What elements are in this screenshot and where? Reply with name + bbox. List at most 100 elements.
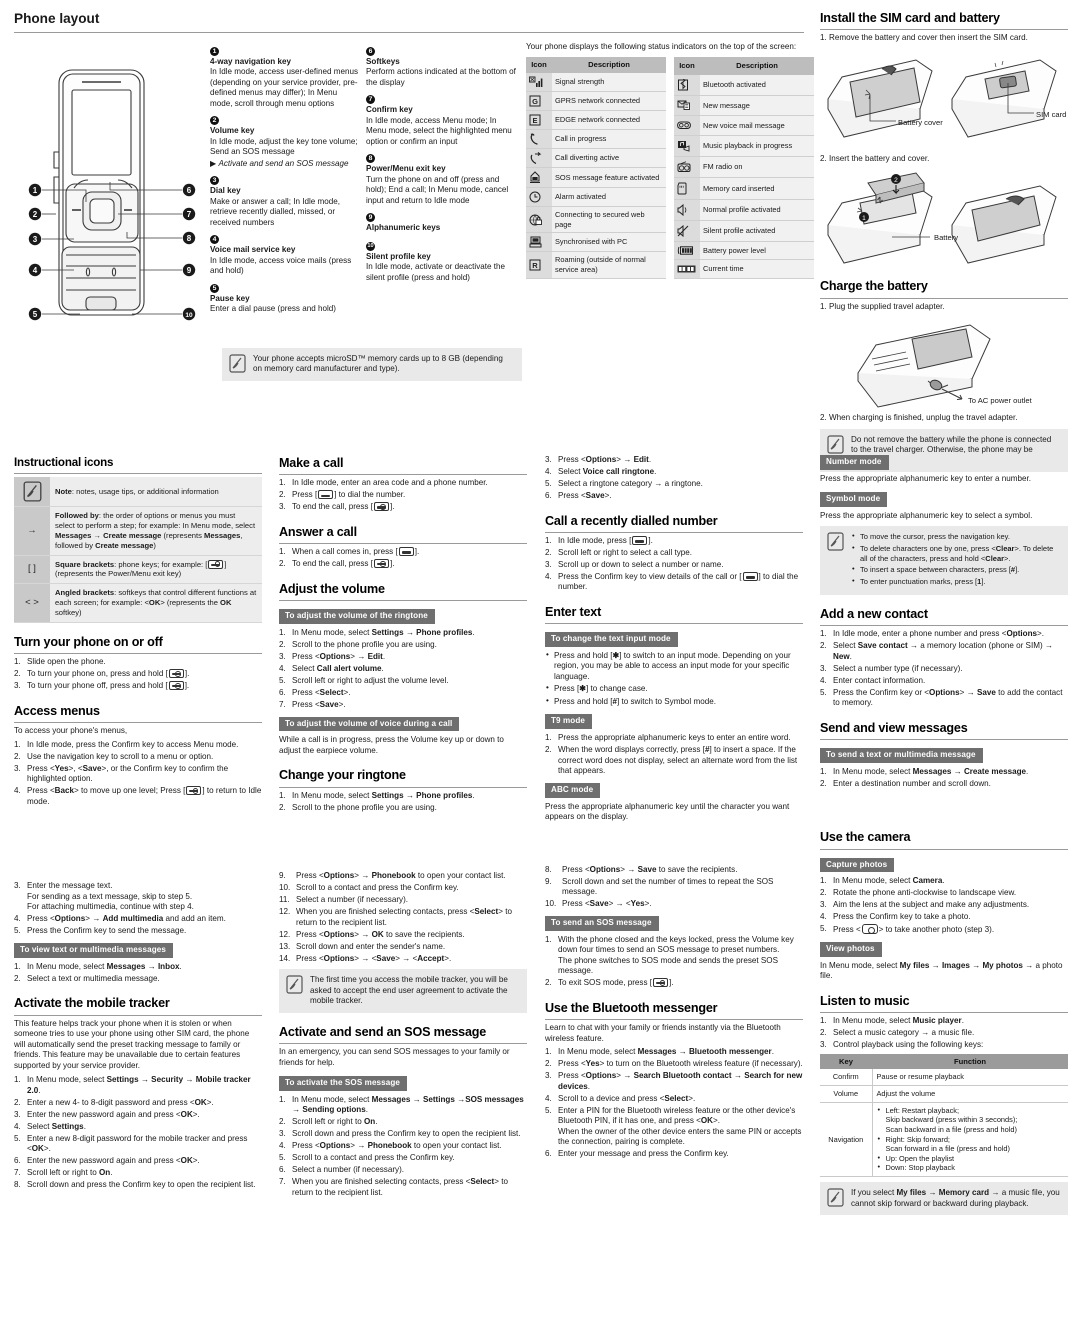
svg-text:8: 8	[187, 234, 192, 243]
symbol-mode-subbar: Symbol mode	[820, 492, 888, 507]
table-row: → Followed by: the order of options or m…	[14, 506, 262, 556]
list-item: In Menu mode, select Messages → Create m…	[820, 766, 1029, 777]
list-item: Select Voice call ringtone.	[545, 467, 657, 477]
list-item: Enter contact information.	[820, 675, 926, 686]
send-view-messages-section: Send and view messages To send a text or…	[820, 720, 1068, 789]
alarm-icon	[526, 187, 552, 208]
music-note-text: If you select My files → Memory card → a…	[851, 1188, 1060, 1208]
list-item: In Idle mode, enter an area code and a p…	[279, 478, 488, 488]
bluetooth-messenger-title: Use the Bluetooth messenger	[545, 1000, 803, 1021]
mobile-tracker-note-text: The first time you access the mobile tra…	[310, 975, 508, 1006]
list-item: Press and hold [✱] to switch to an input…	[545, 650, 803, 683]
list-item: When a call comes in, press [].	[279, 547, 420, 557]
list-item: In Idle mode, press the Confirm key to a…	[14, 739, 239, 750]
table-row: Call diverting active	[526, 148, 666, 169]
svg-text:7: 7	[187, 210, 192, 219]
table-row: Call in progress	[526, 129, 666, 150]
phone-layout-section: Phone layout 1 2 3 4 5 6 7 8 9 10 1 4-wa…	[14, 10, 814, 381]
note-icon	[827, 435, 844, 454]
list-item: Press the Confirm key to take a photo.	[820, 912, 971, 922]
key-item-9: 9 Alphanumeric keys	[366, 212, 516, 234]
phone-diagram: 1 2 3 4 5 6 7 8 9 10	[14, 42, 210, 342]
list-item: Scroll to a device and press <Select>.	[545, 1093, 696, 1104]
list-item: In Menu mode, select Messages → Settings…	[279, 1094, 524, 1115]
sim-battery-section: Install the SIM card and battery 1. Remo…	[820, 10, 1068, 473]
column-4: Number mode Press the appropriate alphan…	[820, 455, 1068, 1226]
send-message-subbar: To send a text or multimedia message	[820, 748, 983, 763]
list-item: Press <Yes>, <Save>, or the Confirm key …	[14, 763, 229, 784]
change-ringtone-steps: In Menu mode, select Settings → Phone pr…	[279, 791, 527, 814]
answer-call-section: Answer a call When a call comes in, pres…	[279, 524, 527, 570]
status-desc: SOS message feature activated	[552, 167, 666, 189]
sos-continued-steps-col3: Press <Options> → Save to save the recip…	[545, 865, 803, 910]
music-playback-icon	[674, 135, 700, 158]
change-ringtone-title: Change your ringtone	[279, 767, 527, 788]
column-1: Instructional icons Note: notes, usage t…	[14, 455, 262, 1202]
sos-activate-subbar: To activate the SOS message	[279, 1076, 408, 1091]
list-item: Select Save contact → a memory location …	[820, 641, 1053, 661]
list-item: Press <Options> → Add multimedia and add…	[14, 914, 226, 924]
charge-step-2: 2. When charging is finished, unplug the…	[820, 413, 1018, 423]
table-row: Normal profile activated	[674, 199, 814, 221]
table-row: Note: notes, usage tips, or additional i…	[14, 477, 262, 508]
music-key-name: Confirm	[820, 1069, 873, 1087]
column-2: Make a call In Idle mode, enter an area …	[279, 455, 527, 1209]
enter-text-note: To move the cursor, press the navigation…	[820, 526, 1068, 595]
music-key-function: Pause or resume playback	[872, 1069, 1068, 1087]
column-3: Press <Options> → Edit. Select Voice cal…	[545, 455, 803, 1171]
fm-radio-icon	[674, 156, 700, 179]
key-title: Volume key	[210, 126, 255, 136]
camera-key-glyph-icon	[861, 924, 878, 935]
key-item-3: 3 Dial key Make or answer a call; In Idl…	[210, 175, 360, 228]
change-ringtone-continued: Press <Options> → Edit. Select Voice cal…	[545, 455, 803, 502]
key-title: Softkeys	[366, 56, 400, 66]
table-row: E EDGE network connected	[526, 110, 666, 131]
bluetooth-icon	[674, 74, 700, 96]
key-item-7: 7 Confirm key In Idle mode, access Menu …	[366, 94, 516, 147]
key-desc: Make or answer a call; In Idle mode, ret…	[210, 196, 341, 227]
list-item: Enter the new password again and press <…	[14, 1109, 200, 1120]
table-row: Silent profile activated	[674, 220, 814, 242]
power-key-glyph-icon	[168, 681, 184, 691]
list-item: In Menu mode, select Settings → Phone pr…	[279, 627, 475, 638]
add-contact-steps: In Idle mode, enter a phone number and p…	[820, 629, 1068, 709]
ringtone-volume-subbar: To adjust the volume of the ringtone	[279, 609, 435, 624]
power-key-glyph-icon	[186, 786, 202, 796]
list-item: To turn your phone off, press and hold […	[14, 681, 190, 691]
recent-call-steps: In Idle mode, press []. Scroll left or r…	[545, 535, 803, 593]
sim-install-illustration: Battery cover SIM card	[827, 59, 1066, 138]
normal-profile-icon	[674, 199, 700, 221]
instructional-icons-table: Note: notes, usage tips, or additional i…	[14, 477, 262, 623]
number-mode-subbar: Number mode	[820, 455, 889, 470]
list-item: In Menu mode, select Settings → Security…	[14, 1075, 251, 1095]
key-number: 1	[210, 46, 219, 56]
instructional-icons-title: Instructional icons	[14, 455, 262, 475]
mobile-tracker-note: The first time you access the mobile tra…	[279, 969, 527, 1013]
list-item: To end the call, press [].	[279, 559, 395, 569]
t9-mode-subbar: T9 mode	[545, 714, 592, 729]
dial-key-glyph-icon	[318, 490, 334, 500]
use-camera-section: Use the camera Capture photos In Menu mo…	[820, 829, 1068, 982]
instr-row-square-brackets: Square brackets: phone keys; for example…	[50, 555, 262, 585]
list-item: Enter the message text. For sending as a …	[14, 881, 194, 912]
list-item: To end the call, press [].	[279, 502, 395, 512]
instructional-icons-section: Instructional icons Note: notes, usage t…	[14, 455, 262, 623]
list-item: Press <Options> → <Save> → <Accept>.	[279, 953, 452, 964]
list-item: Enter a new 4- to 8-digit password and p…	[14, 1097, 214, 1108]
list-item: Press <Save>.	[279, 699, 346, 710]
list-item: Press <Options> → Edit.	[545, 455, 652, 465]
list-item: Select Call alert volume.	[279, 663, 384, 674]
listen-music-steps: In Menu mode, select Music player. Selec…	[820, 1016, 1068, 1051]
status-intro: Your phone displays the following status…	[526, 41, 797, 51]
sos-continued-steps-2: Press <Options> → OK to save the recipie…	[279, 930, 527, 965]
abc-mode-subbar: ABC mode	[545, 783, 601, 798]
enter-text-note-bullets: To move the cursor, press the navigation…	[851, 531, 1060, 589]
power-key-glyph-icon	[168, 669, 184, 679]
adjust-volume-title: Adjust the volume	[279, 581, 527, 602]
table-row: FM radio on	[674, 156, 814, 179]
charge-diagram: To AC power outlet	[820, 315, 1068, 411]
key-number: 7	[366, 95, 375, 105]
list-item: Enter a PIN for the Bluetooth wireless f…	[545, 1105, 802, 1147]
access-menus-intro: To access your phone's menus,	[14, 726, 128, 736]
mobile-tracker-title: Activate the mobile tracker	[14, 995, 262, 1016]
